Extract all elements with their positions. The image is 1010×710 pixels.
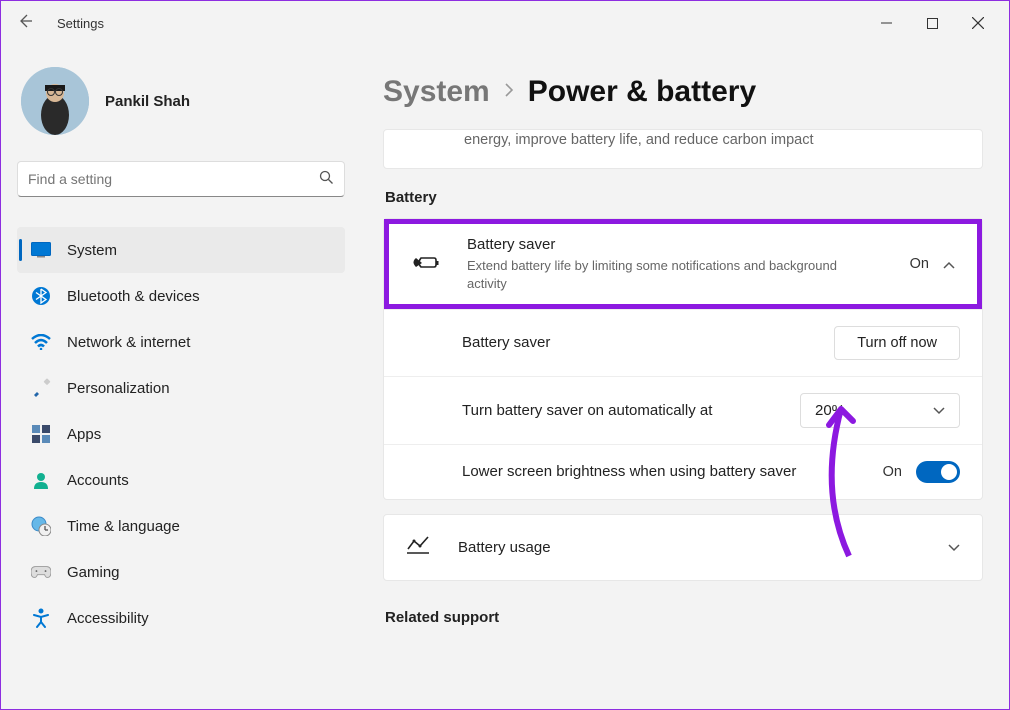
sidebar-item-gaming[interactable]: Gaming bbox=[17, 549, 345, 595]
accounts-icon bbox=[31, 470, 51, 490]
back-button[interactable] bbox=[9, 13, 41, 34]
maximize-button[interactable] bbox=[909, 7, 955, 39]
battery-saver-row: Battery saver Turn off now bbox=[384, 309, 982, 376]
chevron-up-icon bbox=[943, 257, 955, 272]
auto-on-select[interactable]: 20% bbox=[800, 393, 960, 428]
battery-usage-card[interactable]: Battery usage bbox=[383, 514, 983, 581]
battery-saver-state: On bbox=[910, 256, 929, 272]
battery-usage-title: Battery usage bbox=[458, 539, 948, 556]
chevron-right-icon bbox=[504, 83, 514, 102]
sidebar-item-bluetooth[interactable]: Bluetooth & devices bbox=[17, 273, 345, 319]
app-title: Settings bbox=[57, 16, 104, 31]
gaming-icon bbox=[31, 562, 51, 582]
sidebar-item-label: Gaming bbox=[67, 564, 120, 581]
section-battery-label: Battery bbox=[385, 189, 983, 206]
sidebar-item-apps[interactable]: Apps bbox=[17, 411, 345, 457]
auto-on-row: Turn battery saver on automatically at 2… bbox=[384, 376, 982, 444]
section-related-support-label: Related support bbox=[385, 609, 983, 626]
sidebar-item-time-language[interactable]: Time & language bbox=[17, 503, 345, 549]
apps-icon bbox=[31, 424, 51, 444]
battery-saver-icon bbox=[411, 252, 439, 277]
brightness-toggle-label: On bbox=[883, 464, 902, 480]
user-name: Pankil Shah bbox=[105, 93, 190, 110]
sidebar-item-label: Personalization bbox=[67, 380, 170, 397]
battery-saver-card: Battery saver Extend battery life by lim… bbox=[383, 218, 983, 500]
breadcrumb-current: Power & battery bbox=[528, 75, 756, 109]
sidebar-item-accessibility[interactable]: Accessibility bbox=[17, 595, 345, 641]
sidebar-item-label: Network & internet bbox=[67, 334, 190, 351]
sidebar-item-label: Accounts bbox=[67, 472, 129, 489]
minimize-button[interactable] bbox=[863, 7, 909, 39]
battery-saver-title: Battery saver bbox=[467, 236, 880, 253]
chart-icon bbox=[406, 535, 430, 560]
brightness-label: Lower screen brightness when using batte… bbox=[462, 462, 883, 482]
system-icon bbox=[31, 240, 51, 260]
user-profile[interactable]: Pankil Shah bbox=[17, 55, 345, 161]
sidebar-item-label: Accessibility bbox=[67, 610, 149, 627]
clock-globe-icon bbox=[31, 516, 51, 536]
sidebar-item-label: Time & language bbox=[67, 518, 180, 535]
chevron-down-icon bbox=[948, 539, 960, 557]
breadcrumb-parent[interactable]: System bbox=[383, 75, 490, 109]
breadcrumb: System Power & battery bbox=[383, 45, 983, 129]
battery-saver-description: Extend battery life by limiting some not… bbox=[467, 257, 880, 292]
brightness-toggle[interactable] bbox=[916, 461, 960, 483]
bluetooth-icon bbox=[31, 286, 51, 306]
turn-off-now-button[interactable]: Turn off now bbox=[834, 326, 960, 360]
paintbrush-icon bbox=[31, 378, 51, 398]
search-input[interactable] bbox=[28, 171, 319, 187]
chevron-down-icon bbox=[933, 402, 945, 419]
sidebar-item-label: System bbox=[67, 242, 117, 259]
brightness-row: Lower screen brightness when using batte… bbox=[384, 444, 982, 499]
battery-saver-header[interactable]: Battery saver Extend battery life by lim… bbox=[384, 219, 982, 309]
sidebar-item-label: Apps bbox=[67, 426, 101, 443]
sidebar-item-network[interactable]: Network & internet bbox=[17, 319, 345, 365]
sidebar-item-label: Bluetooth & devices bbox=[67, 288, 200, 305]
avatar bbox=[21, 67, 89, 135]
close-button[interactable] bbox=[955, 7, 1001, 39]
energy-recommendations-card[interactable]: energy, improve battery life, and reduce… bbox=[383, 129, 983, 169]
sidebar-item-accounts[interactable]: Accounts bbox=[17, 457, 345, 503]
accessibility-icon bbox=[31, 608, 51, 628]
search-box[interactable] bbox=[17, 161, 345, 197]
wifi-icon bbox=[31, 332, 51, 352]
sidebar-item-personalization[interactable]: Personalization bbox=[17, 365, 345, 411]
search-icon bbox=[319, 170, 334, 188]
sidebar-item-system[interactable]: System bbox=[17, 227, 345, 273]
battery-saver-row-label: Battery saver bbox=[462, 333, 834, 353]
auto-on-label: Turn battery saver on automatically at bbox=[462, 401, 800, 421]
